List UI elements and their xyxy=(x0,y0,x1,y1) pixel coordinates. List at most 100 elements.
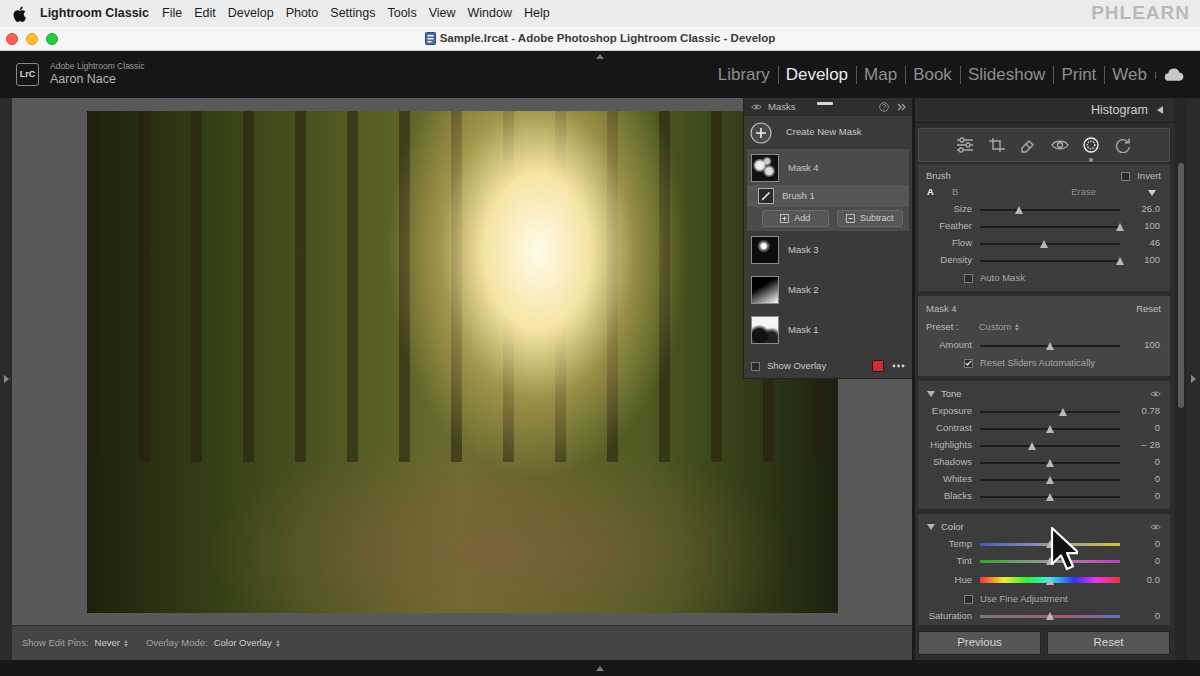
slider-track[interactable] xyxy=(980,479,1120,481)
add-label[interactable]: Add xyxy=(794,212,810,226)
invert-checkbox[interactable] xyxy=(1121,172,1130,181)
slider-track[interactable] xyxy=(980,345,1120,347)
close-button[interactable] xyxy=(6,33,18,45)
slider-value[interactable]: 46 xyxy=(1120,236,1160,250)
minimize-button[interactable] xyxy=(26,33,38,45)
panel-scrollbar[interactable] xyxy=(1175,98,1187,660)
heal-button[interactable] xyxy=(1017,134,1039,156)
show-overlay-label[interactable]: Show Overlay xyxy=(767,359,826,373)
slider-value[interactable]: 0 xyxy=(1120,455,1160,469)
masking-button[interactable] xyxy=(1080,134,1102,156)
create-mask-button[interactable]: Create New Mask xyxy=(744,116,912,149)
scrollbar-thumb[interactable] xyxy=(1178,163,1184,408)
module-tab[interactable]: Slideshow xyxy=(960,62,1054,88)
dropdown-arrows-icon[interactable] xyxy=(1015,324,1019,331)
mask-item[interactable]: Mask 4 xyxy=(747,151,909,185)
auto-mask-checkbox[interactable] xyxy=(964,274,973,283)
slider-value[interactable]: 100 xyxy=(1120,219,1160,233)
menu-item[interactable]: Tools xyxy=(387,4,416,23)
mask-name[interactable]: Mask 2 xyxy=(788,283,819,297)
slider-value[interactable]: 26.0 xyxy=(1120,202,1160,216)
expand-left-icon[interactable] xyxy=(4,375,9,383)
mask-item[interactable]: Mask 2 xyxy=(744,273,912,307)
edit-sliders-button[interactable] xyxy=(954,134,976,156)
slider-row[interactable]: Whites0 xyxy=(918,471,1170,488)
slider-handle[interactable] xyxy=(1046,577,1054,585)
slider-track[interactable] xyxy=(980,411,1120,413)
more-options-icon[interactable] xyxy=(892,364,905,368)
slider-handle[interactable] xyxy=(1015,206,1023,214)
section-visibility-icon[interactable] xyxy=(1150,390,1161,398)
slider-track[interactable] xyxy=(980,496,1120,498)
dropdown-arrows-icon[interactable] xyxy=(124,640,128,647)
module-tab[interactable]: Library xyxy=(710,62,778,88)
brush-preset-tab[interactable]: A xyxy=(927,185,934,199)
slider-handle[interactable] xyxy=(1046,425,1054,433)
add-button[interactable]: Add xyxy=(762,210,829,227)
slider-track[interactable] xyxy=(980,577,1120,583)
disclosure-icon[interactable] xyxy=(927,524,935,530)
expand-histogram-icon[interactable] xyxy=(1157,106,1163,114)
slider-handle[interactable] xyxy=(1046,540,1054,548)
menu-item[interactable]: Develop xyxy=(228,4,274,23)
slider-handle[interactable] xyxy=(1046,557,1054,565)
mask-component[interactable]: Brush 1 xyxy=(747,185,909,207)
menu-item[interactable]: Settings xyxy=(330,4,375,23)
slider-track[interactable] xyxy=(980,428,1120,430)
erase-brush-tab[interactable]: Erase xyxy=(1071,185,1096,199)
section-title[interactable]: Color xyxy=(941,520,964,534)
previous-button[interactable]: Previous xyxy=(918,631,1041,655)
red-eye-button[interactable] xyxy=(1049,134,1071,156)
show-overlay-checkbox[interactable] xyxy=(751,362,760,371)
collapse-top-icon[interactable] xyxy=(596,54,604,59)
reset-sliders-checkbox[interactable] xyxy=(964,359,973,368)
mask-name[interactable]: Mask 4 xyxy=(788,161,819,175)
edit-pins-dropdown[interactable]: Never xyxy=(95,636,120,650)
slider-track[interactable] xyxy=(980,445,1120,447)
expand-filmstrip-icon[interactable] xyxy=(596,666,604,671)
slider-row[interactable]: Amount100 xyxy=(918,337,1170,354)
brush-menu-icon[interactable] xyxy=(1148,190,1156,196)
slider-row[interactable]: Highlights– 28 xyxy=(918,437,1170,454)
slider-value[interactable]: 0.78 xyxy=(1120,404,1160,418)
dropdown-arrows-icon[interactable] xyxy=(276,640,280,647)
slider-handle[interactable] xyxy=(1046,476,1054,484)
slider-value[interactable]: – 28 xyxy=(1120,438,1160,452)
reset-tool-button[interactable] xyxy=(1112,134,1134,156)
slider-track[interactable] xyxy=(980,615,1120,618)
slider-handle[interactable] xyxy=(1116,223,1124,231)
menu-item[interactable]: File xyxy=(162,4,182,23)
slider-track[interactable] xyxy=(980,226,1120,228)
slider-row[interactable]: Tint0 xyxy=(918,553,1170,570)
invert-label[interactable]: Invert xyxy=(1137,169,1161,183)
menu-item[interactable]: Photo xyxy=(286,4,319,23)
menu-item[interactable]: Window xyxy=(468,4,512,23)
collapse-icon[interactable] xyxy=(897,103,906,111)
preset-dropdown[interactable]: Custom xyxy=(979,320,1012,334)
menu-item[interactable]: Help xyxy=(524,4,550,23)
filmstrip-toggle[interactable] xyxy=(0,660,1200,676)
cloud-status[interactable] xyxy=(1155,68,1192,82)
slider-handle[interactable] xyxy=(1116,257,1124,265)
slider-row[interactable]: Density100 xyxy=(918,252,1170,269)
mask-name[interactable]: Mask 3 xyxy=(788,243,819,257)
module-tab[interactable]: Book xyxy=(905,62,960,88)
slider-value[interactable]: 0 xyxy=(1120,472,1160,486)
menu-item[interactable]: View xyxy=(429,4,456,23)
slider-row[interactable]: Exposure0.78 xyxy=(918,403,1170,420)
crop-button[interactable] xyxy=(986,134,1008,156)
slider-value[interactable]: 0 xyxy=(1120,537,1160,551)
module-tab[interactable]: Print xyxy=(1053,62,1104,88)
slider-value[interactable]: 0 xyxy=(1120,489,1160,503)
plus-circle-icon[interactable] xyxy=(750,122,772,144)
slider-value[interactable]: 100 xyxy=(1120,338,1160,352)
section-visibility-icon[interactable] xyxy=(1150,523,1161,531)
mask-name[interactable]: Mask 1 xyxy=(788,323,819,337)
zoom-button[interactable] xyxy=(46,33,58,45)
collapse-right-icon[interactable] xyxy=(1191,375,1196,383)
slider-handle[interactable] xyxy=(1046,612,1054,620)
slider-handle[interactable] xyxy=(1046,459,1054,467)
option-label[interactable]: Use Fine Adjustment xyxy=(980,592,1068,606)
reset-button[interactable]: Reset xyxy=(1047,631,1170,655)
mask-item[interactable]: Mask 1 xyxy=(744,313,912,347)
